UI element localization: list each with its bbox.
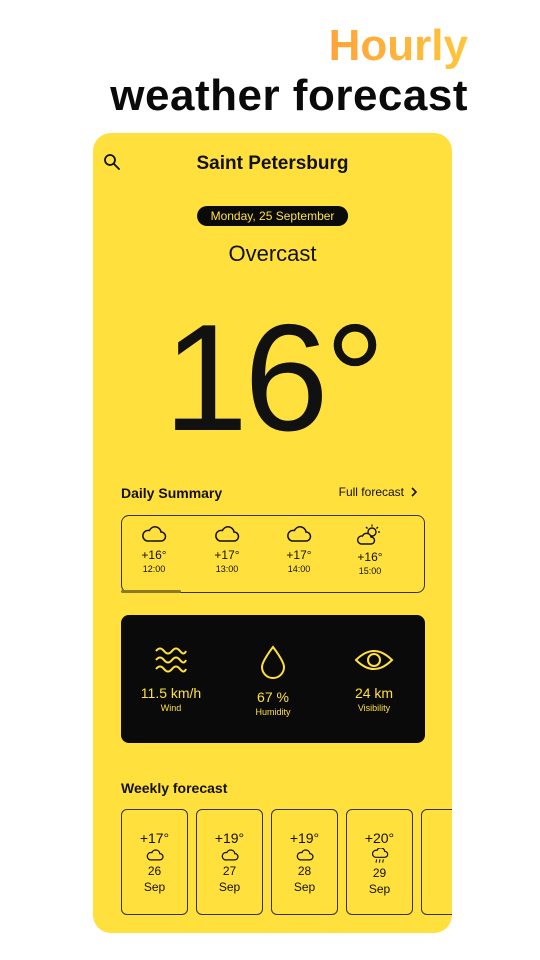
- wind-stat: 11.5 km/h Wind: [121, 645, 221, 713]
- day-card-partial[interactable]: [421, 809, 452, 915]
- hour-time: 14:00: [287, 564, 311, 574]
- eye-icon: [354, 650, 394, 670]
- full-forecast-link[interactable]: Full forecast: [339, 485, 418, 499]
- weekly-forecast-list[interactable]: +17° 26 Sep +19° 27 Sep +19° 28 Sep +20°: [121, 809, 452, 915]
- full-forecast-label: Full forecast: [338, 485, 404, 499]
- day-number: 26: [147, 864, 162, 878]
- water-drop-icon: [260, 645, 286, 679]
- promo-headline: weather forecast: [110, 71, 468, 120]
- cloud-icon: [142, 526, 167, 542]
- visibility-stat: 24 km Visibility: [324, 645, 424, 713]
- wind-value: 11.5 km/h: [140, 685, 202, 701]
- day-card[interactable]: +20° 29 Sep: [346, 809, 413, 915]
- phone-screen: Saint Petersburg Monday, 25 September Ov…: [93, 133, 452, 933]
- day-card[interactable]: +19° 28 Sep: [271, 809, 338, 915]
- day-month: Sep: [368, 882, 391, 896]
- day-number: 29: [372, 866, 387, 880]
- cloud-icon: [287, 526, 312, 542]
- promo-headline-accent: Hourly: [110, 20, 468, 72]
- cloud-icon: [215, 526, 240, 542]
- hourly-scrollbar[interactable]: [121, 590, 181, 593]
- hour-temp: +17°: [286, 548, 312, 562]
- visibility-label: Visibility: [357, 703, 391, 713]
- hour-item[interactable]: +17° 13:00: [197, 524, 257, 574]
- hour-temp: +17°: [214, 548, 240, 562]
- day-number: 28: [297, 864, 312, 878]
- hour-time: 12:00: [142, 564, 166, 574]
- chevron-right-icon: [411, 487, 418, 497]
- partly-sunny-icon: [357, 524, 380, 545]
- hour-item[interactable]: +16° 15:00: [340, 524, 400, 576]
- hour-time: 15:00: [358, 566, 382, 576]
- rain-cloud-icon: [371, 848, 388, 863]
- hour-temp: +16°: [141, 548, 167, 562]
- humidity-stat: 67 % Humidity: [223, 645, 323, 717]
- day-number: 27: [222, 864, 237, 878]
- weather-stats-panel: 11.5 km/h Wind 67 % Humidity 24 km Visib…: [121, 615, 425, 743]
- day-temp: +19°: [289, 830, 320, 846]
- day-month: Sep: [218, 880, 241, 894]
- day-temp: +20°: [364, 830, 395, 846]
- hour-item[interactable]: +17° 14:00: [269, 524, 329, 574]
- weather-condition: Overcast: [228, 241, 317, 266]
- wind-label: Wind: [160, 703, 182, 713]
- current-temperature: 16°: [163, 293, 386, 463]
- hourly-forecast-strip[interactable]: +16° 12:00 +17° 13:00 +17° 14:00 +16° 15…: [121, 515, 425, 593]
- visibility-value: 24 km: [354, 685, 394, 701]
- day-temp: +17°: [139, 830, 170, 846]
- cloud-icon: [221, 849, 239, 861]
- daily-summary-title: Daily Summary: [121, 485, 223, 501]
- humidity-value: 67 %: [257, 689, 289, 705]
- hour-time: 13:00: [215, 564, 239, 574]
- weekly-forecast-title: Weekly forecast: [121, 780, 228, 796]
- hour-item[interactable]: +16° 12:00: [124, 524, 184, 574]
- wind-waves-icon: [155, 647, 187, 673]
- city-title: Saint Petersburg: [196, 153, 349, 174]
- day-month: Sep: [143, 880, 166, 894]
- day-temp: +19°: [214, 830, 245, 846]
- hour-temp: +16°: [357, 550, 383, 564]
- cloud-icon: [146, 849, 164, 861]
- cloud-icon: [296, 849, 314, 861]
- day-month: Sep: [293, 880, 316, 894]
- promo-title: Hourly weather forecast: [110, 20, 468, 120]
- date-badge: Monday, 25 September: [196, 206, 349, 226]
- day-card[interactable]: +19° 27 Sep: [196, 809, 263, 915]
- day-card[interactable]: +17° 26 Sep: [121, 809, 188, 915]
- humidity-label: Humidity: [255, 707, 291, 717]
